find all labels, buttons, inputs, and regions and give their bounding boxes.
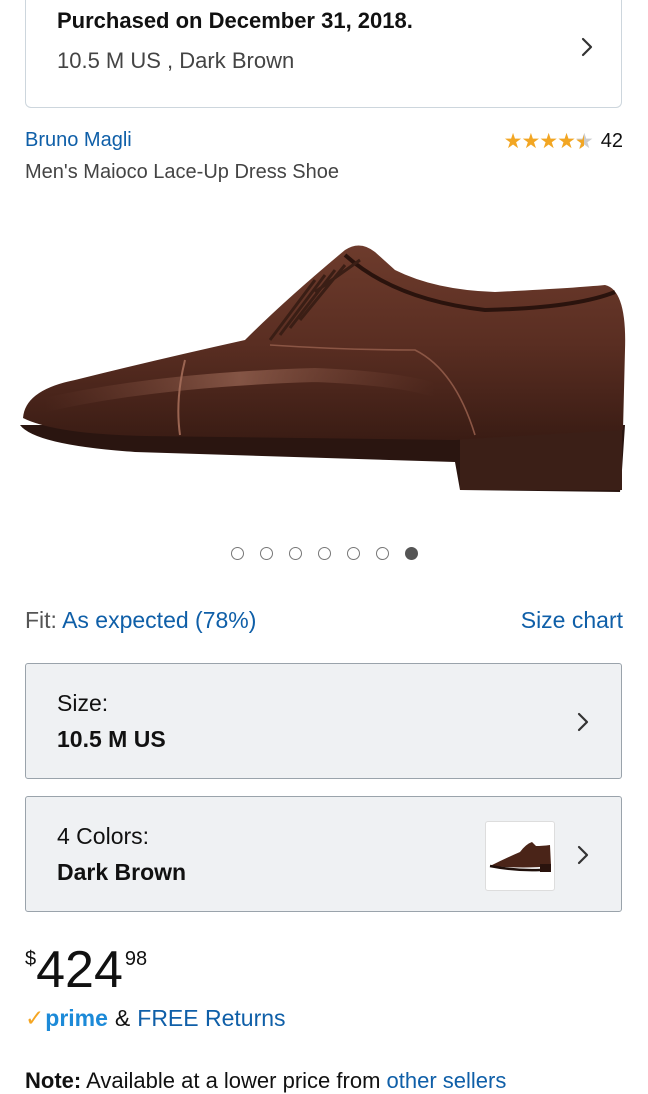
star-icon: ★ (539, 130, 558, 153)
note-text: Available at a lower price from (81, 1068, 387, 1093)
carousel-dot[interactable] (317, 547, 331, 560)
carousel-dot[interactable] (346, 547, 360, 560)
shipping-conjunction: & (114, 1005, 131, 1031)
purchase-history-card[interactable]: Purchased on December 31, 2018. 10.5 M U… (25, 0, 622, 108)
free-returns-link[interactable]: FREE Returns (137, 1005, 285, 1032)
chevron-right-icon (572, 711, 594, 733)
star-icon: ★ (521, 130, 540, 153)
carousel-dot[interactable] (230, 547, 244, 560)
color-label: 4 Colors: (57, 823, 150, 849)
product-title: Men's Maioco Lace-Up Dress Shoe (25, 161, 339, 183)
star-icon: ★ (557, 130, 576, 153)
carousel-dot[interactable] (288, 547, 302, 560)
image-carousel-dots[interactable] (0, 547, 648, 565)
note-lead: Note: (25, 1068, 82, 1093)
star-icon: ★ (503, 130, 523, 153)
price-whole: 424 (36, 941, 123, 999)
fit-label: Fit: (25, 607, 57, 633)
chevron-right-icon (576, 36, 598, 58)
brand-link[interactable]: Bruno Magli (25, 129, 132, 152)
purchased-date-text: Purchased on December 31, 2018. (57, 8, 413, 33)
color-value: Dark Brown (57, 859, 187, 885)
prime-check-icon: ✓ (25, 1005, 45, 1031)
prime-logo-text: prime (45, 1005, 108, 1031)
size-value: 10.5 M US (57, 726, 166, 752)
color-selector[interactable]: 4 Colors: Dark Brown (25, 796, 622, 912)
price: $ 424 98 (25, 940, 147, 1000)
star-rating: ★★★★★ (503, 129, 594, 154)
star-half-icon: ★ (575, 130, 594, 153)
carousel-dot[interactable] (259, 547, 273, 560)
purchased-detail-text: 10.5 M US , Dark Brown (57, 48, 295, 73)
seller-note: Note: Available at a lower price from ot… (25, 1068, 506, 1094)
shipping-info: ✓ prime & FREE Returns (25, 1005, 286, 1032)
rating-summary[interactable]: ★★★★★ 42 (504, 129, 623, 154)
fit-info: Fit: As expected (78%) (25, 607, 256, 634)
other-sellers-link[interactable]: other sellers (387, 1068, 507, 1093)
fit-value-link[interactable]: As expected (78%) (62, 607, 256, 633)
color-swatch-thumbnail (485, 821, 555, 891)
price-currency: $ (25, 948, 37, 970)
chevron-right-icon (572, 844, 594, 866)
carousel-dot[interactable] (375, 547, 389, 560)
size-selector[interactable]: Size: 10.5 M US (25, 663, 622, 779)
rating-count: 42 (600, 130, 623, 152)
price-fraction: 98 (124, 948, 148, 970)
product-image[interactable] (15, 230, 635, 500)
size-label: Size: (57, 690, 109, 716)
size-chart-link[interactable]: Size chart (521, 607, 623, 634)
carousel-dot-active[interactable] (404, 547, 418, 560)
prime-logo: ✓ prime (25, 1005, 108, 1032)
